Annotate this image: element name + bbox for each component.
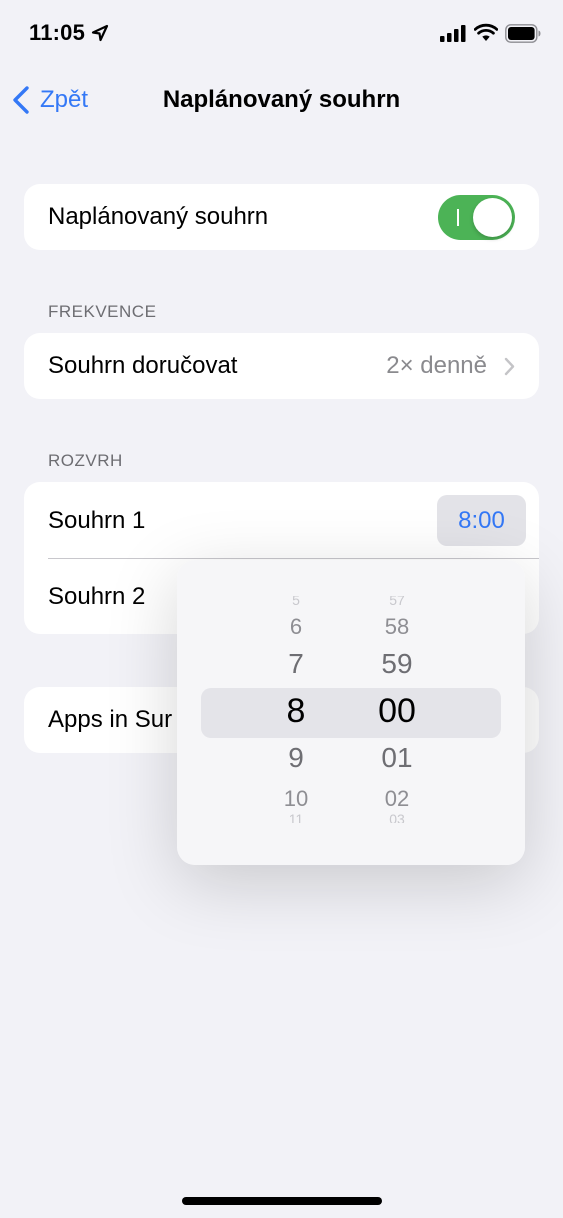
minute-option-selected: 00 — [378, 692, 416, 730]
minute-option: 02 — [384, 786, 410, 811]
toggle-on-mark-icon — [457, 209, 459, 226]
location-arrow-icon — [91, 24, 109, 42]
page-title: Naplánovaný souhrn — [162, 86, 401, 113]
schedule-header: ROZVRH — [48, 451, 123, 470]
home-indicator[interactable] — [182, 1197, 382, 1205]
scheduled-summary-toggle[interactable] — [438, 195, 515, 240]
summary-1-time-button[interactable]: 8:00 — [437, 495, 526, 546]
toggle-knob — [473, 198, 512, 237]
scheduled-summary-row: Naplánovaný souhrn — [24, 184, 539, 250]
minute-option: 59 — [381, 648, 413, 679]
frequency-group: Souhrn doručovat 2× denně — [24, 333, 539, 399]
deliver-summary-value: 2× denně — [386, 352, 487, 379]
status-time: 11:05 — [29, 20, 86, 45]
wifi-icon — [474, 23, 498, 41]
minute-option: 03 — [389, 814, 405, 823]
cellular-signal-icon — [440, 25, 466, 42]
deliver-summary-row[interactable]: Souhrn doručovat 2× denně — [24, 333, 539, 399]
status-bar: 11:05 — [0, 0, 563, 70]
time-picker-popover: 5 6 7 8 9 10 11 57 58 59 00 01 02 03 — [177, 560, 525, 865]
chevron-right-icon — [504, 357, 515, 376]
screen: 11:05 Zpět Naplánovaný souhrn Naplánovan… — [0, 0, 563, 1218]
minute-option: 58 — [384, 614, 410, 639]
scheduled-summary-group: Naplánovaný souhrn — [24, 184, 539, 250]
minute-option: 01 — [381, 742, 413, 773]
minute-option: 57 — [389, 596, 405, 608]
summary-1-row: Souhrn 1 8:00 — [24, 482, 539, 559]
battery-icon — [505, 24, 541, 43]
frequency-header: FREKVENCE — [48, 302, 157, 321]
